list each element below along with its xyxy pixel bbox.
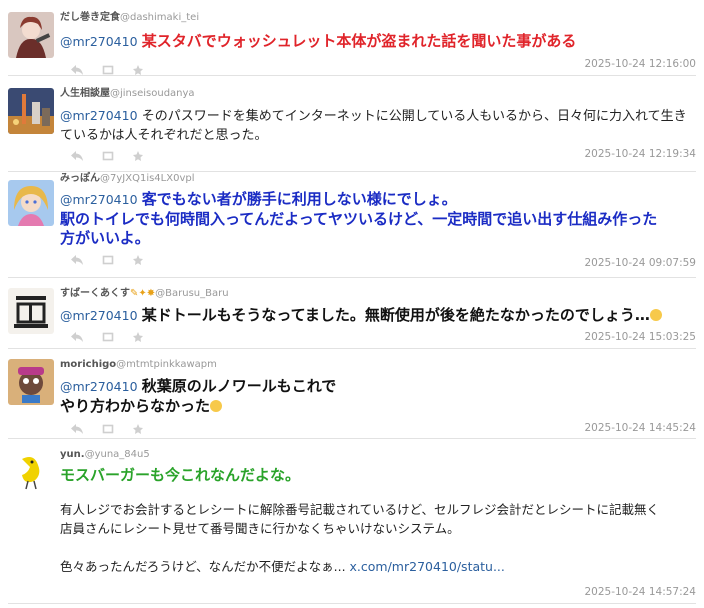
like-icon[interactable]	[132, 150, 144, 162]
mention-link[interactable]: @mr270410	[60, 379, 138, 394]
display-name[interactable]: みっぽん	[60, 173, 100, 184]
reply-icon[interactable]	[70, 150, 84, 162]
post-text: @mr270410 秋葉原のルノワールもこれで やり方わからなかった	[60, 377, 696, 417]
post-text: @mr270410 そのパスワードを集めてインターネットに公開している人もいるか…	[60, 106, 696, 145]
post-line: 有人レジでお会計するとレシートに解除番号記載されているけど、セルフレジ会計だとレ…	[60, 502, 660, 517]
retweet-icon[interactable]	[102, 64, 114, 76]
post-text: @mr270410 客でもない者が勝手に利用しない様にでしょ。 駅のトイレでも何…	[60, 190, 696, 248]
like-icon[interactable]	[132, 423, 144, 435]
post-line: 方がいいよ。	[60, 229, 150, 247]
handle[interactable]: @7yJXQ1is4LX0vpl	[100, 173, 195, 184]
timestamp[interactable]: 2025-10-24 15:03:25	[584, 331, 696, 343]
handle[interactable]: @mtmtpinkkawapm	[116, 359, 217, 370]
post-text: @mr270410 某スタバでウォッシュレット本体が盗まれた話を聞いた事がある	[60, 32, 696, 52]
retweet-icon[interactable]	[102, 150, 114, 162]
handle[interactable]: @dashimaki_tei	[120, 12, 199, 23]
like-icon[interactable]	[132, 254, 144, 266]
retweet-icon[interactable]	[102, 254, 114, 266]
post-user: 人生相談屋@jinseisoudanya	[60, 76, 696, 100]
post-user: yun.@yuna_84u5	[60, 439, 696, 461]
post-line: そのパスワードを集めてインターネットに公開している人もいるから、日々何に力入れて…	[141, 109, 687, 124]
timestamp[interactable]: 2025-10-24 12:19:34	[584, 148, 696, 160]
post-user: みっぽん@7yJXQ1is4LX0vpl	[60, 172, 696, 185]
reply-post: yun.@yuna_84u5 モスバーガーも今これなんだよな。 有人レジでお会計…	[8, 439, 696, 604]
reply-icon[interactable]	[70, 423, 84, 435]
post-text: 有人レジでお会計するとレシートに解除番号記載されているけど、セルフレジ会計だとレ…	[60, 500, 696, 576]
post-line: 色々あったんだろうけど、なんだか不便だよなぁ...	[60, 559, 346, 574]
handle[interactable]: @jinseisoudanya	[110, 88, 195, 99]
post-user: すばーくあくす✎✦✸@Barusu_Baru	[60, 278, 696, 300]
post-user: morichigo@mtmtpinkkawapm	[60, 349, 696, 371]
display-name[interactable]: morichigo	[60, 359, 116, 370]
mention-link[interactable]: @mr270410	[60, 108, 138, 123]
post-line: 店員さんにレシート見せて番号聞きに行かなくちゃいけないシステム。	[60, 521, 460, 536]
post-line: 駅のトイレでも何時間入ってんだよってヤツいるけど、一定時間で追い出す仕組み作った	[60, 210, 658, 228]
reply-icon[interactable]	[70, 64, 84, 76]
crying-emoji-icon	[210, 400, 223, 412]
post-line: ているかは人それぞれだと思った。	[60, 128, 268, 143]
timestamp[interactable]: 2025-10-24 09:07:59	[584, 257, 696, 269]
timestamp[interactable]: 2025-10-24 14:57:24	[584, 586, 696, 598]
display-name[interactable]: 人生相談屋	[60, 88, 110, 99]
mention-link[interactable]: @mr270410	[60, 192, 138, 207]
reply-feed: だし巻き定食@dashimaki_tei @mr270410 某スタバでウォッシ…	[0, 0, 704, 604]
status-link[interactable]: x.com/mr270410/statu...	[350, 559, 505, 574]
handle[interactable]: @yuna_84u5	[85, 449, 150, 460]
avatar[interactable]	[8, 180, 54, 226]
reply-post: 人生相談屋@jinseisoudanya @mr270410 そのパスワードを集…	[8, 76, 696, 172]
sweat-smile-emoji-icon	[649, 309, 662, 321]
mention-link[interactable]: @mr270410	[60, 308, 138, 323]
like-icon[interactable]	[132, 331, 144, 343]
avatar[interactable]	[8, 359, 54, 405]
avatar[interactable]	[8, 12, 54, 58]
reply-icon[interactable]	[70, 331, 84, 343]
timestamp[interactable]: 2025-10-24 12:16:00	[584, 58, 696, 70]
reply-post: だし巻き定食@dashimaki_tei @mr270410 某スタバでウォッシ…	[8, 0, 696, 76]
display-name[interactable]: yun.	[60, 449, 85, 460]
retweet-icon[interactable]	[102, 423, 114, 435]
post-title: モスバーガーも今これなんだよな。	[60, 466, 301, 484]
reply-post: morichigo@mtmtpinkkawapm @mr270410 秋葉原のル…	[8, 349, 696, 439]
display-name[interactable]: だし巻き定食	[60, 12, 120, 23]
mention-link[interactable]: @mr270410	[60, 34, 138, 49]
emoji-icon: ✎✦✸	[130, 288, 156, 299]
display-name[interactable]: すばーくあくす	[60, 288, 130, 299]
post-line: 某スタバでウォッシュレット本体が盗まれた話を聞いた事がある	[141, 32, 577, 50]
reply-post: みっぽん@7yJXQ1is4LX0vpl @mr270410 客でもない者が勝手…	[8, 172, 696, 278]
avatar[interactable]	[8, 449, 54, 495]
avatar[interactable]	[8, 288, 54, 334]
post-line: やり方わからなかった	[60, 397, 211, 415]
reply-icon[interactable]	[70, 254, 84, 266]
post-line: 秋葉原のルノワールもこれで	[141, 377, 337, 395]
like-icon[interactable]	[132, 64, 144, 76]
post-text: @mr270410 某ドトールもそうなってました。無断使用が後を絶たなかったので…	[60, 306, 696, 326]
post-line: 客でもない者が勝手に利用しない様にでしょ。	[141, 190, 457, 208]
retweet-icon[interactable]	[102, 331, 114, 343]
post-line: 某ドトールもそうなってました。無断使用が後を絶たなかったのでしょう…	[141, 306, 650, 324]
reply-post: すばーくあくす✎✦✸@Barusu_Baru @mr270410 某ドトールもそ…	[8, 278, 696, 349]
post-user: だし巻き定食@dashimaki_tei	[60, 0, 696, 24]
avatar[interactable]	[8, 88, 54, 134]
timestamp[interactable]: 2025-10-24 14:45:24	[584, 422, 696, 434]
handle[interactable]: @Barusu_Baru	[155, 288, 228, 299]
